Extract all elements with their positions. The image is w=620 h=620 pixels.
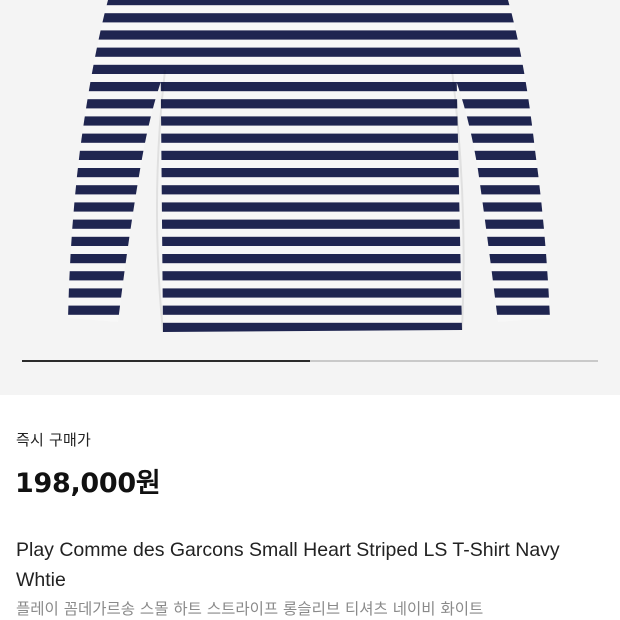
navy-stripe bbox=[68, 116, 550, 126]
navy-stripe bbox=[68, 185, 550, 195]
navy-stripe bbox=[68, 219, 550, 229]
navy-stripe bbox=[68, 99, 550, 109]
navy-stripe bbox=[68, 254, 550, 264]
navy-stripe bbox=[68, 133, 550, 143]
product-info: 즉시 구매가 198,000원 Play Comme des Garcons S… bbox=[0, 395, 620, 620]
navy-stripe bbox=[68, 202, 550, 212]
navy-stripe bbox=[68, 47, 550, 57]
gallery-progress-bar bbox=[22, 360, 598, 362]
navy-stripe bbox=[68, 168, 550, 178]
navy-stripe bbox=[68, 0, 550, 6]
product-page: 즉시 구매가 198,000원 Play Comme des Garcons S… bbox=[0, 0, 620, 620]
navy-stripe bbox=[68, 30, 550, 40]
navy-stripe bbox=[0, 340, 620, 349]
navy-stripe bbox=[68, 288, 550, 298]
navy-stripe bbox=[68, 82, 550, 92]
product-subtitle: 플레이 꼼데가르송 스몰 하트 스트라이프 롱슬리브 티셔츠 네이비 화이트 bbox=[16, 600, 484, 618]
navy-stripe bbox=[68, 13, 550, 23]
navy-stripe bbox=[68, 150, 550, 160]
product-image-gallery[interactable] bbox=[0, 0, 620, 395]
navy-stripe bbox=[68, 236, 550, 246]
product-title: Play Comme des Garcons Small Heart Strip… bbox=[16, 539, 560, 591]
navy-stripe bbox=[68, 305, 550, 315]
product-price: 198,000원 bbox=[15, 468, 161, 499]
navy-stripe bbox=[68, 271, 550, 281]
gallery-progress-fill bbox=[22, 360, 310, 362]
product-image[interactable] bbox=[0, 0, 620, 395]
navy-stripe bbox=[68, 64, 550, 74]
instant-buy-label: 즉시 구매가 bbox=[16, 431, 91, 449]
striped-fabric bbox=[0, 0, 620, 349]
navy-stripe bbox=[68, 322, 550, 332]
